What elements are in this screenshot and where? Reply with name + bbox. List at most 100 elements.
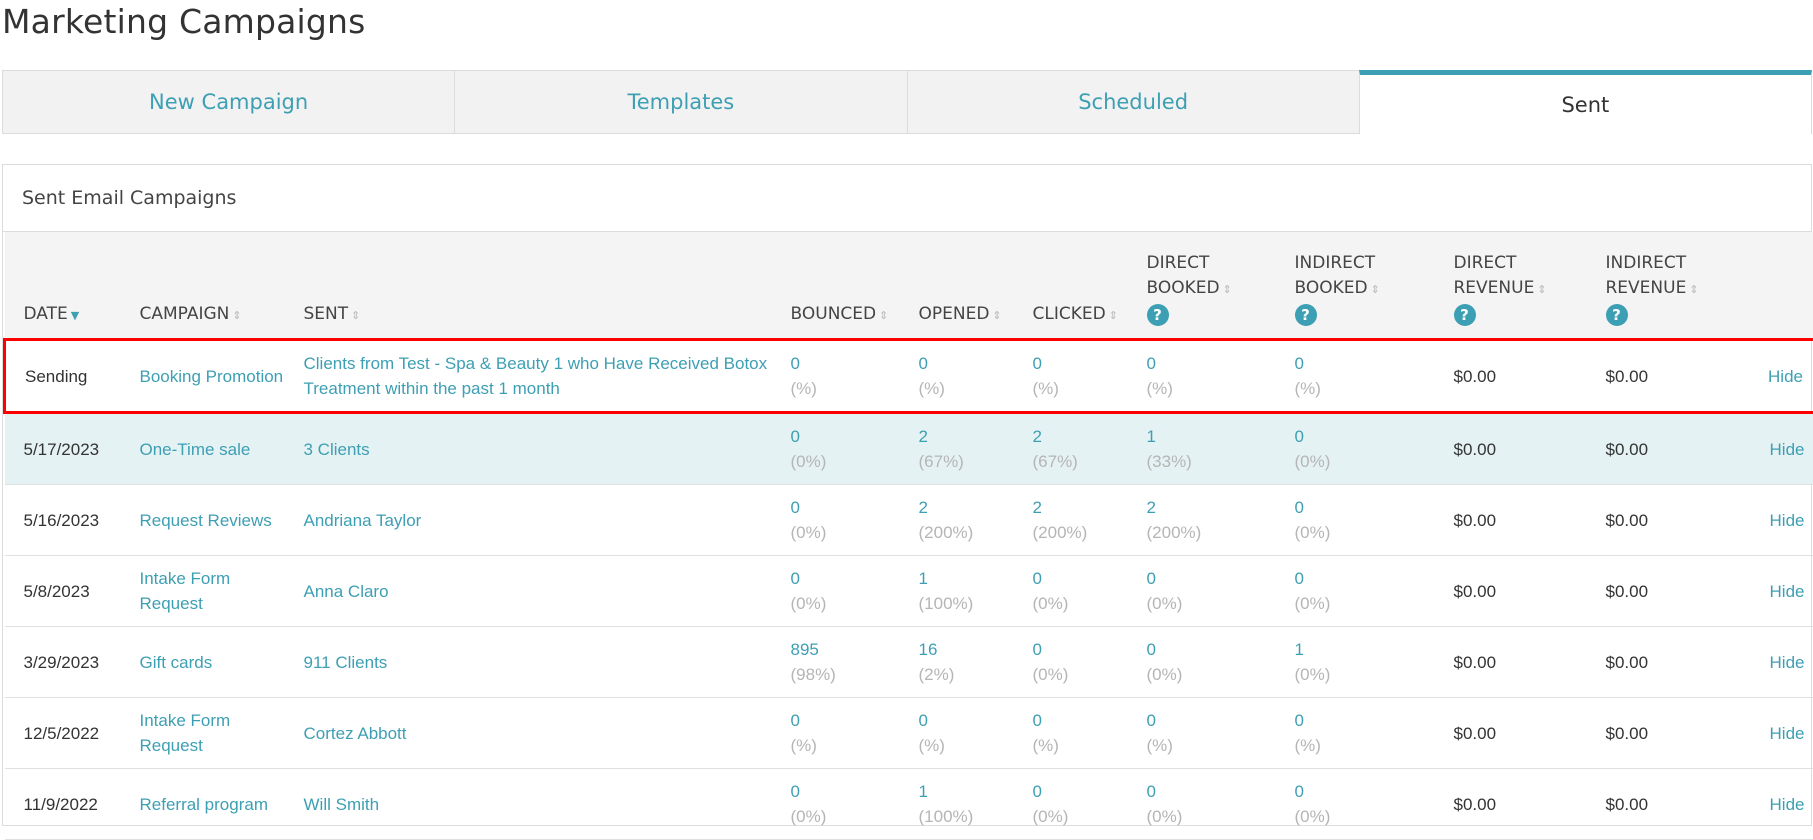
clicked-count[interactable]: 0 (1033, 566, 1128, 591)
direct-booked-percent: (%) (1147, 376, 1276, 401)
tab-sent[interactable]: Sent (1359, 70, 1812, 134)
opened-count[interactable]: 0 (919, 708, 1014, 733)
indirect-booked-count[interactable]: 0 (1295, 424, 1435, 449)
bounced-count[interactable]: 0 (791, 424, 900, 449)
indirect-booked-count[interactable]: 0 (1295, 351, 1435, 376)
hide-link[interactable]: Hide (1770, 440, 1805, 459)
column-header-direct-booked[interactable]: DIRECT BOOKED⇕ ? (1128, 232, 1276, 340)
column-header-direct-revenue[interactable]: DIRECT REVENUE⇕ ? (1435, 232, 1587, 340)
sent-recipients-link[interactable]: Andriana Taylor (304, 511, 422, 530)
direct-booked-count[interactable]: 0 (1147, 708, 1276, 733)
opened-count[interactable]: 0 (919, 351, 1014, 376)
cell-direct-booked: 0(0%) (1128, 769, 1276, 840)
campaign-link[interactable]: Gift cards (140, 653, 213, 672)
cell-clicked: 2(200%) (1014, 485, 1128, 556)
campaign-link[interactable]: Intake Form Request (140, 569, 231, 613)
cell-indirect-revenue: $0.00 (1587, 556, 1747, 627)
clicked-percent: (200%) (1033, 520, 1128, 545)
column-header-indirect-booked[interactable]: INDIRECT BOOKED⇕ ? (1276, 232, 1435, 340)
bounced-count[interactable]: 0 (791, 566, 900, 591)
cell-direct-booked: 0(0%) (1128, 627, 1276, 698)
hide-link[interactable]: Hide (1770, 511, 1805, 530)
sent-recipients-link[interactable]: Will Smith (304, 795, 380, 814)
direct-booked-count[interactable]: 0 (1147, 637, 1276, 662)
column-header-campaign[interactable]: CAMPAIGN⇕ (121, 232, 285, 340)
clicked-count[interactable]: 0 (1033, 779, 1128, 804)
campaign-link[interactable]: Referral program (140, 795, 269, 814)
table-row: 5/8/2023 Intake Form Request Anna Claro … (5, 556, 1813, 627)
sent-recipients-link[interactable]: Anna Claro (304, 582, 389, 601)
column-header-clicked[interactable]: CLICKED⇕ (1014, 232, 1128, 340)
sent-recipients-link[interactable]: 911 Clients (304, 653, 388, 672)
question-circle-icon[interactable]: ? (1147, 304, 1169, 326)
hide-link[interactable]: Hide (1770, 795, 1805, 814)
opened-count[interactable]: 1 (919, 566, 1014, 591)
bounced-count[interactable]: 0 (791, 495, 900, 520)
bounced-count[interactable]: 0 (791, 708, 900, 733)
cell-sent: Anna Claro (285, 556, 772, 627)
question-circle-icon[interactable]: ? (1295, 304, 1317, 326)
clicked-count[interactable]: 2 (1033, 495, 1128, 520)
cell-sent: Cortez Abbott (285, 698, 772, 769)
opened-percent: (67%) (919, 449, 1014, 474)
bounced-count[interactable]: 895 (791, 637, 900, 662)
indirect-booked-count[interactable]: 0 (1295, 566, 1435, 591)
campaign-link[interactable]: Intake Form Request (140, 711, 231, 755)
bounced-count[interactable]: 0 (791, 351, 900, 376)
cell-date: Sending (5, 340, 121, 413)
hide-link[interactable]: Hide (1770, 724, 1805, 743)
cell-bounced: 0(0%) (772, 556, 900, 627)
campaign-link[interactable]: Booking Promotion (140, 367, 284, 386)
hide-link[interactable]: Hide (1768, 367, 1803, 386)
question-circle-icon[interactable]: ? (1454, 304, 1476, 326)
cell-date: 11/9/2022 (5, 769, 121, 840)
indirect-booked-count[interactable]: 0 (1295, 779, 1435, 804)
column-header-sent[interactable]: SENT⇕ (285, 232, 772, 340)
column-header-bounced[interactable]: BOUNCED⇕ (772, 232, 900, 340)
sort-arrows-icon: ⇕ (992, 309, 1001, 322)
opened-count[interactable]: 2 (919, 495, 1014, 520)
page-title: Marketing Campaigns (2, 2, 366, 41)
direct-booked-count[interactable]: 0 (1147, 566, 1276, 591)
sent-recipients-link[interactable]: 3 Clients (304, 440, 370, 459)
clicked-count[interactable]: 0 (1033, 708, 1128, 733)
opened-count[interactable]: 1 (919, 779, 1014, 804)
indirect-booked-percent: (0%) (1295, 804, 1435, 829)
opened-count[interactable]: 16 (919, 637, 1014, 662)
column-header-indirect-revenue[interactable]: INDIRECT REVENUE⇕ ? (1587, 232, 1747, 340)
campaign-link[interactable]: One-Time sale (140, 440, 251, 459)
sort-arrows-icon: ⇕ (1371, 283, 1380, 296)
column-header-opened[interactable]: OPENED⇕ (900, 232, 1014, 340)
tab-scheduled[interactable]: Scheduled (907, 70, 1359, 134)
tab-templates[interactable]: Templates (454, 70, 906, 134)
indirect-booked-count[interactable]: 1 (1295, 637, 1435, 662)
cell-bounced: 0(0%) (772, 769, 900, 840)
indirect-booked-percent: (%) (1295, 733, 1435, 758)
campaign-link[interactable]: Request Reviews (140, 511, 272, 530)
direct-booked-count[interactable]: 2 (1147, 495, 1276, 520)
question-circle-icon[interactable]: ? (1606, 304, 1628, 326)
cell-date: 5/16/2023 (5, 485, 121, 556)
bounced-count[interactable]: 0 (791, 779, 900, 804)
clicked-count[interactable]: 0 (1033, 637, 1128, 662)
sent-recipients-link[interactable]: Clients from Test - Spa & Beauty 1 who H… (304, 354, 768, 398)
hide-link[interactable]: Hide (1770, 653, 1805, 672)
clicked-count[interactable]: 0 (1033, 351, 1128, 376)
cell-indirect-booked: 0(0%) (1276, 769, 1435, 840)
indirect-booked-count[interactable]: 0 (1295, 495, 1435, 520)
sent-recipients-link[interactable]: Cortez Abbott (304, 724, 407, 743)
column-label-revenue: REVENUE (1606, 278, 1687, 298)
hide-link[interactable]: Hide (1770, 582, 1805, 601)
tab-new-campaign[interactable]: New Campaign (2, 70, 454, 134)
direct-booked-count[interactable]: 1 (1147, 424, 1276, 449)
opened-count[interactable]: 2 (919, 424, 1014, 449)
cell-direct-revenue: $0.00 (1435, 485, 1587, 556)
direct-booked-count[interactable]: 0 (1147, 779, 1276, 804)
indirect-booked-count[interactable]: 0 (1295, 708, 1435, 733)
cell-indirect-booked: 0(0%) (1276, 485, 1435, 556)
date-text: 11/9/2022 (24, 795, 98, 814)
clicked-count[interactable]: 2 (1033, 424, 1128, 449)
sort-arrows-icon: ⇕ (1537, 283, 1546, 296)
column-header-date[interactable]: DATE▼ (5, 232, 121, 340)
direct-booked-count[interactable]: 0 (1147, 351, 1276, 376)
